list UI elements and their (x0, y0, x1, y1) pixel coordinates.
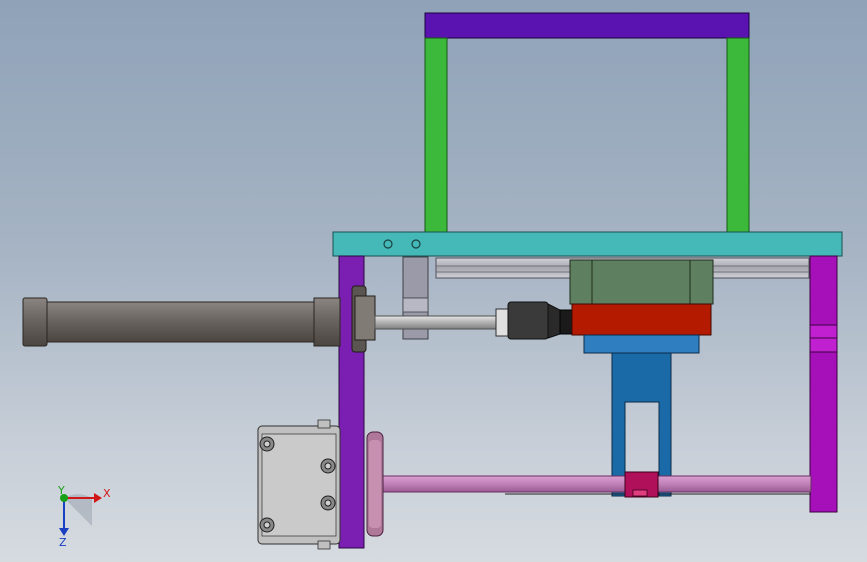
floating-joint[interactable] (507, 301, 549, 340)
right-frame[interactable] (809, 255, 838, 513)
cad-viewport[interactable]: X Y Z (0, 0, 867, 562)
cylinder-head (313, 297, 341, 347)
pink-rod[interactable] (380, 475, 812, 493)
cylinder-end-cap (22, 297, 48, 347)
left-upright[interactable] (424, 37, 448, 233)
z-axis-arrow (59, 528, 69, 536)
slider-block[interactable] (569, 259, 714, 305)
coordinate-triad: X Y Z (57, 484, 111, 549)
top-beam[interactable] (424, 12, 750, 39)
mounting-plate[interactable] (332, 231, 843, 257)
blue-plate[interactable] (583, 334, 700, 354)
y-axis-label: Y (57, 484, 65, 497)
right-upright[interactable] (726, 37, 750, 233)
cylinder-body[interactable] (45, 301, 319, 343)
z-axis-label: Z (59, 536, 67, 549)
x-axis-arrow (94, 493, 102, 503)
assembly-drawing[interactable]: X Y Z (0, 0, 867, 562)
red-block[interactable] (571, 303, 712, 336)
piston-rod[interactable] (374, 315, 500, 330)
x-axis-label: X (103, 487, 111, 500)
